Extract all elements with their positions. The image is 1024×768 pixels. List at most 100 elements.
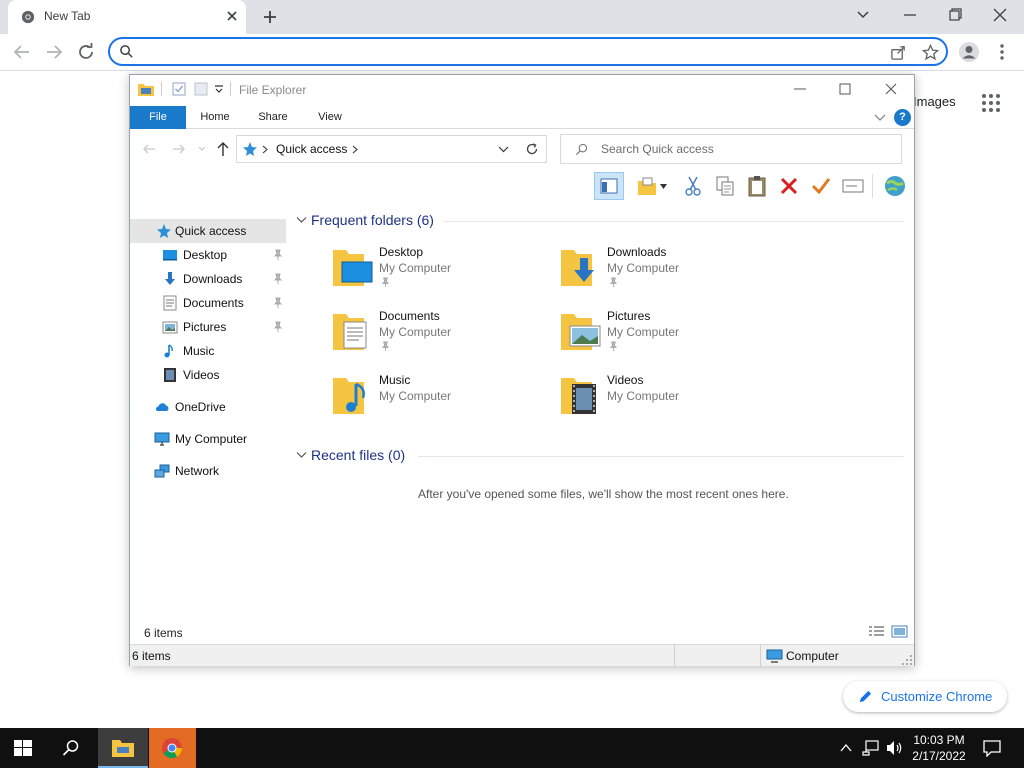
- explorer-maximize-icon[interactable]: [838, 82, 852, 96]
- delete-button[interactable]: [774, 172, 804, 200]
- details-view-icon: [869, 626, 884, 636]
- notifications-icon[interactable]: [983, 739, 1001, 757]
- explorer-back-icon[interactable]: [142, 142, 156, 156]
- new-item-icon: [638, 177, 656, 195]
- breadcrumb-chevron-icon[interactable]: [352, 145, 358, 154]
- folder-tile-documents[interactable]: Documents My Computer: [332, 308, 552, 368]
- ribbon-tab-home[interactable]: Home: [190, 106, 240, 129]
- pin-icon[interactable]: [272, 297, 284, 309]
- pin-icon: [381, 277, 390, 288]
- ribbon-tab-share[interactable]: Share: [248, 106, 298, 129]
- forward-arrow-icon[interactable]: [43, 41, 65, 63]
- folder-tile-desktop[interactable]: Desktop My Computer: [332, 244, 552, 304]
- minimize-icon[interactable]: [900, 6, 920, 24]
- pin-icon[interactable]: [272, 249, 284, 261]
- collapse-recent-chevron-icon[interactable]: [296, 451, 307, 459]
- pin-icon[interactable]: [272, 273, 284, 285]
- new-item-button[interactable]: [632, 172, 668, 200]
- resize-grip-icon[interactable]: [902, 655, 912, 665]
- explorer-forward-icon[interactable]: [172, 142, 186, 156]
- recent-files-empty-message: After you've opened some files, we'll sh…: [418, 487, 789, 501]
- tab-close-icon[interactable]: [224, 8, 240, 24]
- explorer-close-icon[interactable]: [884, 82, 898, 96]
- nav-item-quick-access[interactable]: Quick access: [130, 219, 286, 243]
- chrome-tab-new-tab[interactable]: New Tab: [8, 0, 246, 34]
- pin-icon[interactable]: [272, 321, 284, 333]
- new-tab-plus-icon[interactable]: [260, 7, 280, 27]
- nav-item-music[interactable]: Music: [130, 339, 286, 363]
- nav-label: My Computer: [175, 432, 248, 446]
- folder-name: Videos: [607, 373, 644, 387]
- nav-item-my-computer[interactable]: My Computer: [130, 427, 286, 451]
- chrome-menu-icon[interactable]: [991, 41, 1013, 63]
- folder-tile-pictures[interactable]: Pictures My Computer: [560, 308, 780, 368]
- search-quick-access-box[interactable]: Search Quick access: [560, 134, 902, 164]
- videos-folder-icon: [561, 378, 596, 414]
- ribbon-expand-chevron-icon[interactable]: [874, 113, 886, 122]
- taskbar-file-explorer[interactable]: [98, 728, 148, 768]
- folder-tile-downloads[interactable]: Downloads My Computer: [560, 244, 780, 304]
- explorer-minimize-icon[interactable]: [792, 83, 808, 95]
- cut-button[interactable]: [678, 172, 708, 200]
- customize-chrome-button[interactable]: Customize Chrome: [843, 681, 1007, 712]
- taskbar-search-icon[interactable]: [62, 739, 80, 757]
- new-folder-quick-icon[interactable]: [194, 82, 208, 96]
- nav-item-network[interactable]: Network: [130, 459, 286, 483]
- qat-dropdown-icon[interactable]: [214, 85, 224, 93]
- nav-item-desktop[interactable]: Desktop: [130, 243, 286, 267]
- network-tray-icon[interactable]: [862, 740, 880, 756]
- nav-label: Downloads: [183, 272, 243, 286]
- download-icon: [165, 272, 175, 285]
- tab-search-chevron-icon[interactable]: [853, 6, 873, 24]
- nav-item-documents[interactable]: Documents: [130, 291, 286, 315]
- collapse-frequent-chevron-icon[interactable]: [296, 216, 307, 224]
- address-dropdown-icon[interactable]: [498, 146, 509, 153]
- reload-icon[interactable]: [75, 41, 97, 63]
- windows-start-icon[interactable]: [14, 740, 32, 756]
- back-arrow-icon[interactable]: [11, 41, 33, 63]
- folder-tile-videos[interactable]: Videos My Computer: [560, 372, 780, 432]
- bookmark-star-icon[interactable]: [922, 44, 939, 61]
- help-icon[interactable]: ?: [894, 109, 911, 126]
- network-globe-button[interactable]: [880, 172, 910, 200]
- profile-avatar-icon[interactable]: [958, 41, 980, 63]
- share-icon[interactable]: [890, 44, 907, 61]
- omnibox-input[interactable]: [142, 43, 862, 61]
- nav-item-pictures[interactable]: Pictures: [130, 315, 286, 339]
- show-hidden-icons-chevron-icon[interactable]: [840, 743, 852, 752]
- properties-button[interactable]: [806, 172, 836, 200]
- volume-tray-icon[interactable]: [886, 740, 904, 756]
- omnibox[interactable]: [108, 37, 948, 66]
- address-bar[interactable]: Quick access: [236, 135, 547, 163]
- paste-button[interactable]: [742, 172, 772, 200]
- recent-locations-chevron-icon[interactable]: [198, 146, 206, 152]
- google-apps-grid-icon[interactable]: [980, 92, 1002, 114]
- ribbon-tab-view[interactable]: View: [306, 106, 354, 129]
- restore-icon[interactable]: [945, 6, 965, 24]
- taskbar-clock[interactable]: 10:03 PM 2/17/2022: [904, 732, 974, 764]
- breadcrumb-quick-access[interactable]: Quick access: [276, 142, 347, 156]
- desktop-folder-icon: [333, 250, 373, 286]
- preview-pane-button[interactable]: [594, 172, 624, 200]
- images-link[interactable]: Images: [913, 94, 956, 109]
- ribbon-tab-file[interactable]: File: [130, 106, 186, 129]
- nav-item-onedrive[interactable]: OneDrive: [130, 395, 286, 419]
- refresh-button[interactable]: [517, 135, 547, 163]
- copy-button[interactable]: [710, 172, 740, 200]
- up-arrow-icon[interactable]: [216, 141, 230, 157]
- tab-title: New Tab: [44, 9, 91, 23]
- explorer-window-title: File Explorer: [239, 83, 307, 97]
- close-window-icon[interactable]: [990, 6, 1010, 24]
- nav-item-videos[interactable]: Videos: [130, 363, 286, 387]
- rename-button[interactable]: [838, 172, 868, 200]
- nav-item-downloads[interactable]: Downloads: [130, 267, 286, 291]
- view-toggle-icons: [869, 625, 908, 638]
- folder-name: Pictures: [607, 309, 651, 323]
- frequent-folders-header[interactable]: Frequent folders (6): [311, 212, 434, 228]
- taskbar-chrome[interactable]: [149, 728, 196, 768]
- downloads-folder-icon: [561, 250, 594, 286]
- folder-location: My Computer: [379, 325, 452, 339]
- folder-tile-music[interactable]: Music My Computer: [332, 372, 552, 432]
- recent-files-header[interactable]: Recent files (0): [311, 447, 405, 463]
- properties-check-icon[interactable]: [172, 82, 186, 96]
